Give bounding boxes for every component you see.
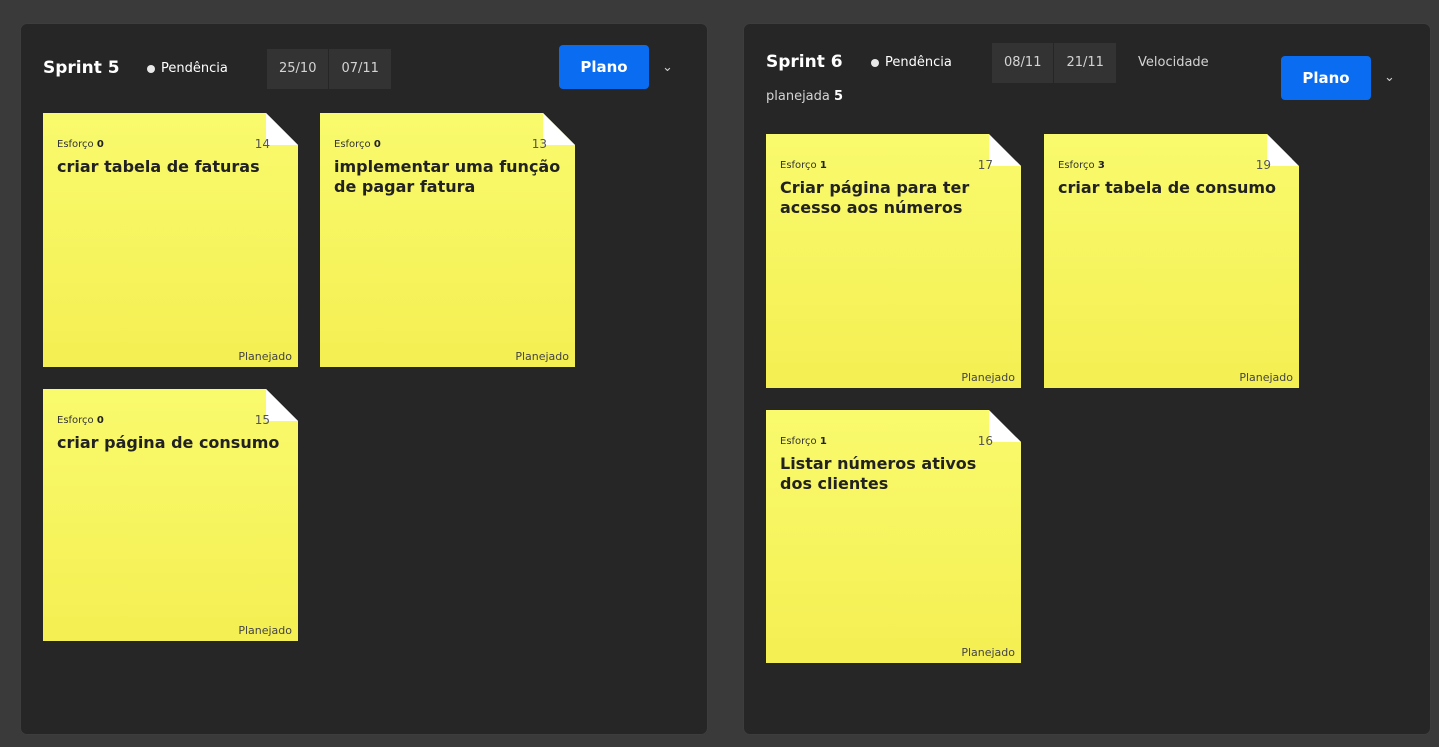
card-effort: Esforço 3	[1058, 160, 1105, 171]
chevron-down-icon[interactable]: ⌄	[662, 60, 673, 75]
card-effort: Esforço 1	[780, 160, 827, 171]
card-effort: Esforço 0	[57, 415, 104, 426]
start-date[interactable]: 25/10	[267, 49, 328, 89]
card-state: Planejado	[515, 350, 569, 363]
sprint-panel-5: Sprint 5 Pendência 25/10 07/11 Plano ⌄ E…	[20, 23, 708, 735]
card-title: implementar uma função de pagar fatura	[334, 157, 561, 196]
velocity-label-line2: planejada 5	[766, 89, 844, 104]
card-number: 14	[254, 137, 270, 151]
card-title: criar tabela de faturas	[57, 157, 260, 176]
story-card[interactable]: Esforço 1 16 Listar números ativos dos c…	[766, 410, 1021, 663]
sprint-panel-6: Sprint 6 Pendência 08/11 21/11 Velocidad…	[743, 23, 1431, 735]
sprint-title[interactable]: Sprint 6	[766, 52, 843, 72]
chevron-down-icon[interactable]: ⌄	[1384, 70, 1395, 85]
plan-button[interactable]: Plano	[1281, 56, 1371, 100]
velocity-label: Velocidade	[1138, 55, 1209, 70]
status-label: Pendência	[885, 55, 952, 70]
card-fold	[1267, 134, 1299, 166]
card-state: Planejado	[1239, 371, 1293, 384]
card-number: 19	[1255, 158, 1271, 172]
card-effort: Esforço 0	[57, 139, 104, 150]
sprint-dates[interactable]: 08/11 21/11	[992, 43, 1116, 83]
velocity-value: 5	[834, 89, 844, 104]
card-title: criar tabela de consumo	[1058, 178, 1277, 197]
sprint-title[interactable]: Sprint 5	[43, 58, 120, 78]
status-dot-icon	[871, 58, 879, 67]
card-title: Criar página para ter acesso aos números	[780, 178, 970, 217]
end-date[interactable]: 21/11	[1054, 43, 1115, 83]
card-effort: Esforço 1	[780, 436, 827, 447]
story-card[interactable]: Esforço 0 14 criar tabela de faturas Pla…	[43, 113, 298, 367]
start-date[interactable]: 08/11	[992, 43, 1053, 83]
card-number: 15	[254, 413, 270, 427]
story-card[interactable]: Esforço 0 15 criar página de consumo Pla…	[43, 389, 298, 641]
sprint-dates[interactable]: 25/10 07/11	[267, 49, 391, 89]
card-fold	[266, 113, 298, 145]
plan-button[interactable]: Plano	[559, 45, 649, 89]
sprint-status: Pendência	[147, 61, 228, 76]
story-card[interactable]: Esforço 3 19 criar tabela de consumo Pla…	[1044, 134, 1299, 388]
card-title: criar página de consumo	[57, 433, 280, 452]
sprint-status: Pendência	[871, 55, 952, 70]
card-effort: Esforço 0	[334, 139, 381, 150]
status-dot-icon	[147, 64, 155, 73]
card-state: Planejado	[238, 624, 292, 637]
card-state: Planejado	[961, 371, 1015, 384]
story-card[interactable]: Esforço 0 13 implementar uma função de p…	[320, 113, 575, 367]
card-state: Planejado	[238, 350, 292, 363]
card-title: Listar números ativos dos clientes	[780, 454, 977, 493]
card-number: 13	[531, 137, 547, 151]
status-label: Pendência	[161, 61, 228, 76]
card-number: 17	[977, 158, 993, 172]
card-fold	[989, 134, 1021, 166]
end-date[interactable]: 07/11	[329, 49, 390, 89]
card-fold	[266, 389, 298, 421]
card-state: Planejado	[961, 646, 1015, 659]
card-number: 16	[977, 434, 993, 448]
story-card[interactable]: Esforço 1 17 Criar página para ter acess…	[766, 134, 1021, 388]
card-fold	[989, 410, 1021, 442]
card-fold	[543, 113, 575, 145]
